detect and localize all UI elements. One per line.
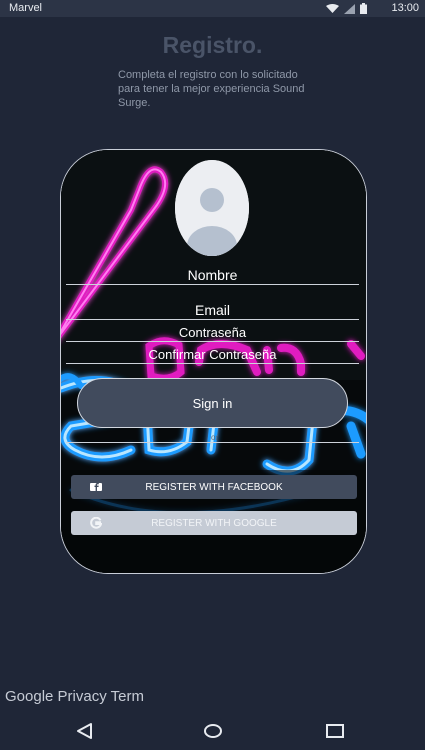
- carrier-label: Marvel: [9, 2, 43, 14]
- back-icon[interactable]: [74, 722, 96, 740]
- status-icons: [326, 3, 367, 14]
- clock: 13:00: [391, 2, 419, 14]
- facebook-button-label: REGISTER WITH FACEBOOK: [145, 481, 283, 493]
- navigation-bar: [0, 712, 425, 750]
- wifi-icon: [326, 4, 339, 13]
- battery-icon: [360, 3, 367, 14]
- or-label: or: [210, 433, 219, 442]
- sign-in-button[interactable]: Sign in: [77, 378, 348, 428]
- recents-icon[interactable]: [324, 722, 346, 740]
- confirm-password-field[interactable]: Confirmar Contraseña: [66, 347, 359, 364]
- google-icon: [90, 517, 102, 529]
- privacy-terms-link[interactable]: Google Privacy Term: [5, 688, 144, 705]
- google-button-label: REGISTER WITH GOOGLE: [151, 517, 277, 529]
- page-title: Registro.: [162, 32, 263, 58]
- page-subtitle: Completa el registro con lo solicitado p…: [118, 69, 305, 109]
- register-google-button[interactable]: REGISTER WITH GOOGLE: [71, 511, 357, 535]
- password-field[interactable]: Contraseña: [66, 325, 359, 342]
- facebook-icon: [90, 483, 102, 491]
- register-card: Nombre Email Contraseña Confirmar Contra…: [60, 149, 367, 574]
- name-field[interactable]: Nombre: [66, 267, 359, 285]
- avatar[interactable]: [175, 160, 249, 256]
- signal-icon: [344, 3, 355, 14]
- home-icon[interactable]: [202, 722, 224, 740]
- status-bar: Marvel 13:00: [0, 0, 425, 17]
- register-facebook-button[interactable]: REGISTER WITH FACEBOOK: [71, 475, 357, 499]
- divider: [66, 442, 359, 443]
- user-avatar-icon: [175, 160, 249, 256]
- email-field[interactable]: Email: [66, 302, 359, 320]
